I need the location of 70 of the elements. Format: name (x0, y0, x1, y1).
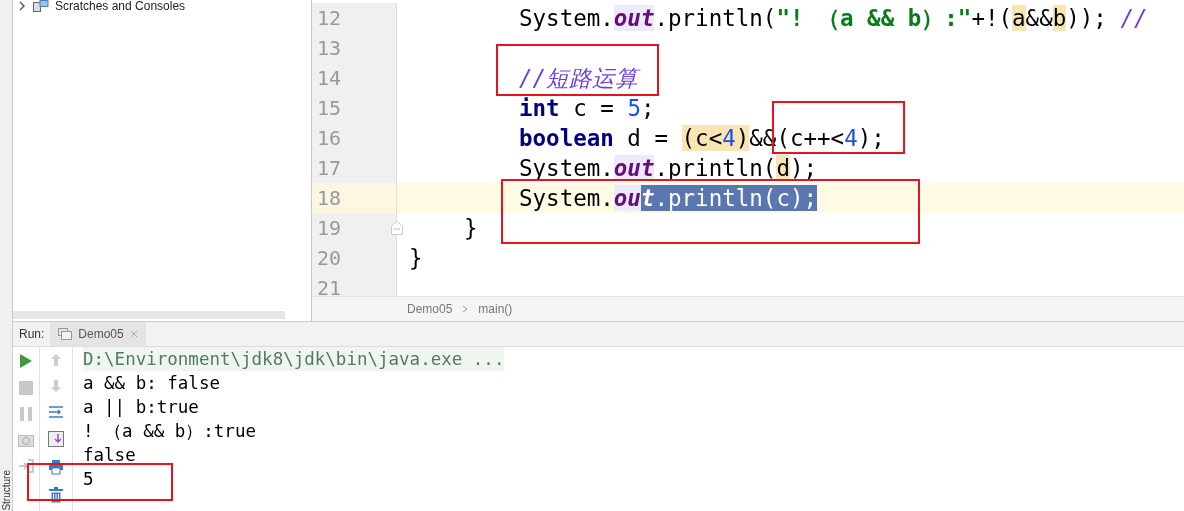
line-number: 20 (317, 246, 342, 270)
down-arrow-icon[interactable] (50, 379, 62, 393)
code-token: 4 (722, 125, 736, 151)
run-label: Run: (18, 327, 46, 341)
soft-wrap-icon[interactable] (48, 405, 64, 419)
line-number: 21 (317, 276, 342, 296)
structure-tab[interactable]: Structure (0, 466, 12, 511)
line-number: 13 (317, 36, 342, 60)
console-line: D:\Environment\jdk8\jdk\bin\java.exe ... (83, 349, 505, 369)
console-line: false (83, 445, 136, 465)
line-number: 12 (317, 6, 342, 30)
run-tab[interactable]: Demo05 (50, 322, 146, 346)
line-number: 19 (317, 216, 342, 240)
up-arrow-icon[interactable] (50, 353, 62, 367)
code-token: 5 (627, 95, 641, 121)
code-token: 4 (844, 125, 858, 151)
code-token: boolean (519, 125, 614, 151)
code-token: .println( (654, 155, 777, 181)
fold-icon[interactable] (391, 221, 403, 235)
code-token: out (613, 155, 655, 181)
code-token: )); (1066, 5, 1108, 31)
code-token: +!( (971, 5, 1013, 31)
code-token: d = (626, 125, 669, 151)
breadcrumb-item[interactable]: main() (478, 302, 513, 316)
code-token: && (1025, 5, 1053, 31)
code-token: .println( (654, 5, 777, 31)
console-line: 5 (83, 469, 94, 489)
code-token: System. (519, 155, 614, 181)
code-token: int (519, 95, 560, 121)
console-line: a && b: false (83, 373, 220, 393)
code-token: } (409, 245, 423, 271)
console-line: a || b:true (83, 397, 199, 417)
code-token: b (1052, 5, 1067, 31)
line-number: 15 (317, 96, 342, 120)
console-icon (33, 0, 49, 12)
line-number: 16 (317, 126, 342, 150)
code-token: d (776, 155, 790, 181)
breadcrumb-item[interactable]: Demo05 (407, 302, 453, 316)
window-icon (58, 328, 73, 340)
code-token: c = (572, 95, 615, 121)
scrollbar[interactable] (13, 311, 285, 319)
print-icon[interactable] (48, 459, 64, 475)
code-token: ou (613, 185, 641, 211)
login-icon[interactable] (18, 459, 34, 473)
code-token: //短路运算 (519, 65, 639, 91)
code-token: // (1120, 5, 1148, 31)
close-icon[interactable] (129, 330, 138, 338)
code-token: ; (640, 95, 655, 121)
code-token: ); (789, 155, 818, 181)
run-icon[interactable] (19, 353, 33, 369)
chevron-icon (462, 305, 469, 313)
tree-item[interactable]: Scratches and Consoles (13, 0, 311, 13)
code-token: a (1012, 5, 1026, 31)
code-token: (c< (681, 125, 723, 151)
code-token: "! （a && b）:" (776, 5, 972, 31)
trash-icon[interactable] (49, 487, 63, 503)
code-token: (c++< (776, 125, 845, 151)
camera-icon[interactable] (18, 433, 34, 447)
console-line: ! （a && b）:true (83, 421, 256, 441)
code-token: out (613, 5, 655, 31)
scroll-to-end-icon[interactable] (48, 431, 64, 447)
code-token: System. (519, 185, 614, 211)
code-token: System. (519, 5, 614, 31)
code-token: } (464, 215, 478, 241)
line-number: 18 (317, 186, 342, 210)
code-token: .println(c); (654, 185, 818, 211)
line-number: 14 (317, 66, 342, 90)
code-token: ); (857, 125, 885, 151)
line-number: 17 (317, 156, 342, 180)
pause-icon[interactable] (19, 407, 33, 421)
